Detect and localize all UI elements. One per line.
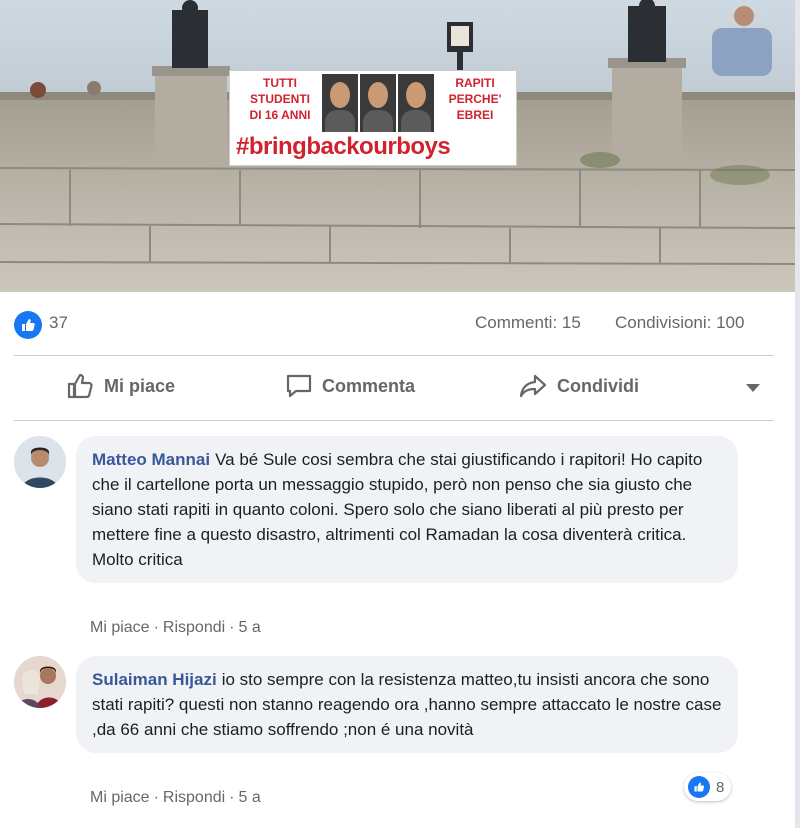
avatar-matteo — [14, 436, 66, 488]
share-icon — [519, 374, 547, 398]
comment-time[interactable]: 5 a — [239, 619, 261, 636]
comment-reactions[interactable]: 8 — [684, 773, 732, 801]
share-button[interactable]: Condividi — [517, 372, 639, 400]
thumbs-up-icon — [688, 776, 710, 798]
chevron-down-icon[interactable] — [746, 384, 760, 392]
shares-count[interactable]: Condivisioni: 100 — [615, 313, 744, 333]
banner-left-text: TUTTI STUDENTI DI 16 ANNI — [249, 76, 311, 122]
post-photo[interactable]: TUTTI STUDENTI DI 16 ANNI RAPITI PERCHE'… — [0, 0, 795, 292]
protest-banner: TUTTI STUDENTI DI 16 ANNI RAPITI PERCHE'… — [229, 70, 517, 166]
banner-face — [360, 74, 396, 132]
thumbs-up-icon — [22, 319, 35, 331]
separator: · — [153, 789, 159, 806]
post-action-bar: Mi piace Commenta Condividi — [0, 358, 795, 418]
banner-photos — [322, 74, 434, 132]
comment-time[interactable]: 5 a — [239, 789, 261, 806]
comment-reply-link[interactable]: Rispondi — [163, 789, 225, 806]
thumbs-up-outline-icon — [67, 373, 93, 399]
reaction-count: 8 — [716, 778, 725, 796]
comments-count[interactable]: Commenti: 15 — [475, 313, 581, 333]
separator: · — [229, 789, 235, 806]
like-button-label: Mi piace — [104, 375, 176, 396]
comment-icon — [286, 374, 312, 398]
avatar-sulaiman — [14, 656, 66, 708]
comment-bubble: Sulaiman Hijazi io sto sempre con la resi… — [76, 656, 738, 753]
banner-right-text: RAPITI PERCHE' EBREI — [448, 76, 502, 122]
comment-author[interactable]: Sulaiman Hijazi — [92, 670, 217, 689]
comment-button[interactable]: Commenta — [284, 372, 415, 400]
like-button[interactable]: Mi piace — [66, 372, 175, 400]
avatar[interactable] — [14, 436, 66, 488]
comment-bubble: Matteo Mannai Va bé Sule cosi sembra che … — [76, 436, 738, 583]
separator: · — [153, 619, 159, 636]
scrollbar[interactable] — [795, 0, 800, 828]
avatar[interactable] — [14, 656, 66, 708]
comment-reply-link[interactable]: Rispondi — [163, 619, 225, 636]
like-reaction-icon[interactable] — [14, 311, 42, 339]
banner-face — [398, 74, 434, 132]
comment-button-label: Commenta — [322, 375, 416, 396]
comment-author[interactable]: Matteo Mannai — [92, 450, 210, 469]
like-count[interactable]: 37 — [49, 313, 68, 333]
comment-meta: Mi piace · Rispondi · 5 a — [90, 619, 261, 637]
comment-like-link[interactable]: Mi piace — [90, 789, 150, 806]
separator: · — [229, 619, 235, 636]
comment-meta: Mi piace · Rispondi · 5 a — [90, 789, 261, 807]
divider — [14, 355, 774, 356]
divider — [14, 420, 774, 421]
comment-like-link[interactable]: Mi piace — [90, 619, 150, 636]
post-stats: 37 Commenti: 15 Condivisioni: 100 — [0, 300, 795, 348]
banner-face — [322, 74, 358, 132]
banner-hashtag: #bringbackourboys — [236, 133, 451, 160]
share-button-label: Condividi — [557, 375, 639, 396]
